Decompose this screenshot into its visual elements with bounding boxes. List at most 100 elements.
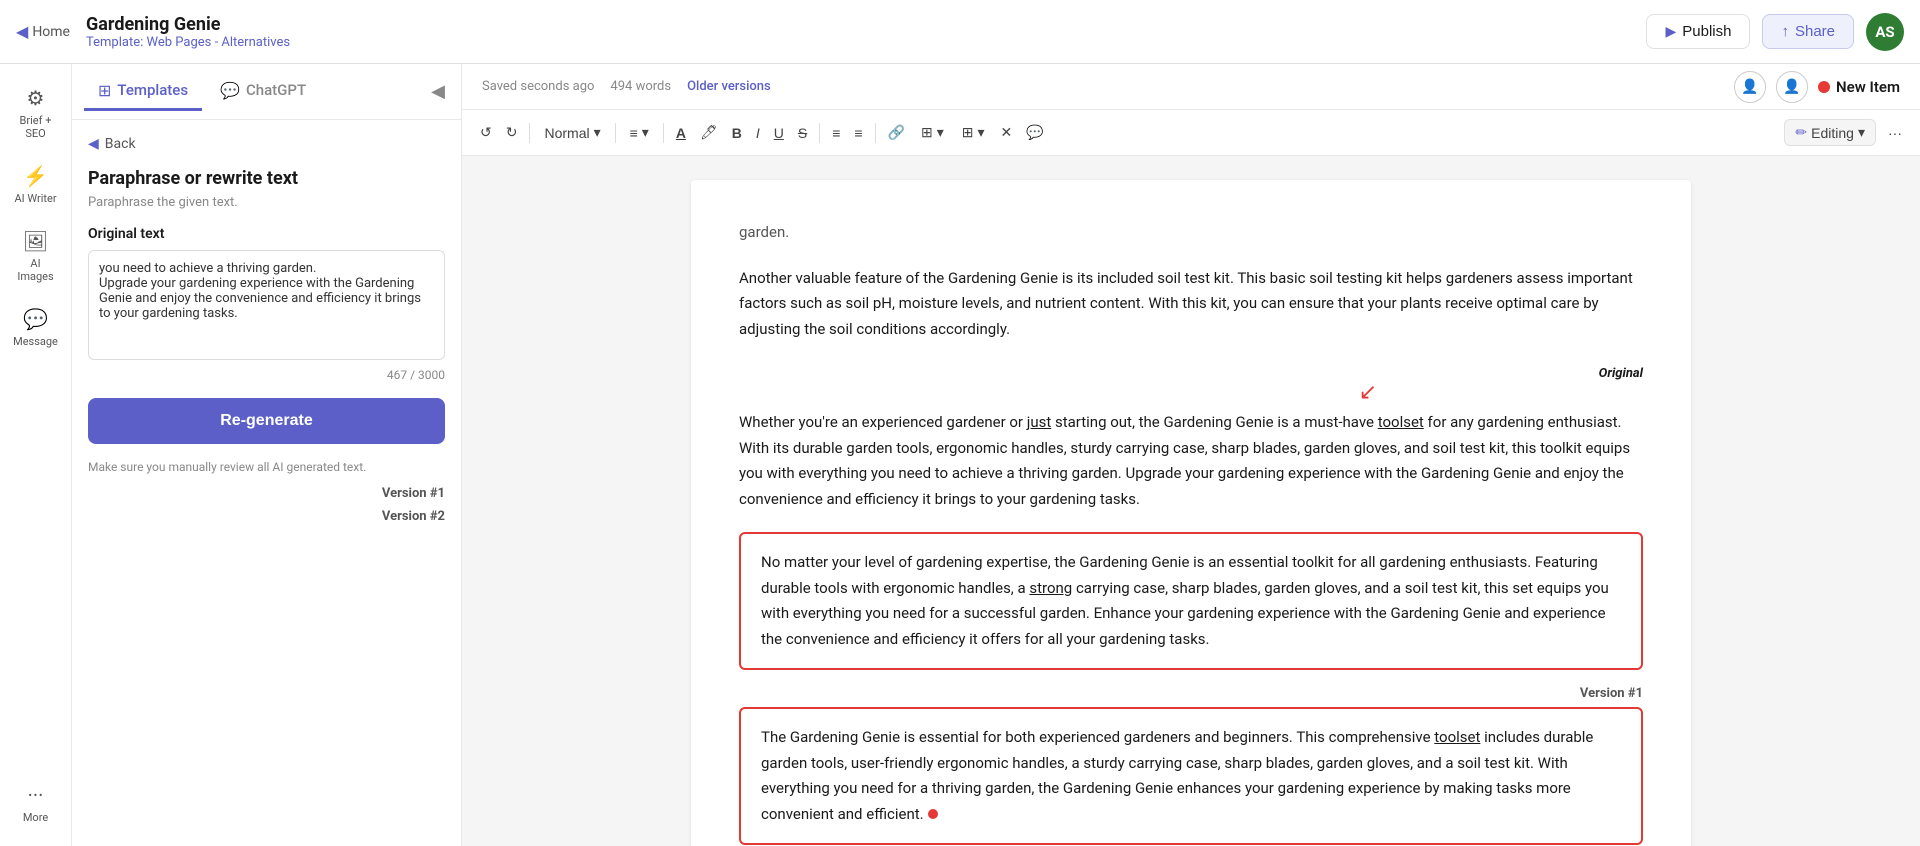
version2-text: The Gardening Genie is essential for bot… [761, 725, 1621, 827]
meta-icons: 👤 👤 New Item [1734, 71, 1900, 103]
comment-button[interactable]: 💬 [1020, 120, 1049, 145]
top-nav: ◀ Home Gardening Genie Template: Web Pag… [0, 0, 1920, 64]
doc-para-3: Whether you're an experienced gardener o… [739, 410, 1643, 512]
version1-text: No matter your level of gardening expert… [761, 550, 1621, 652]
align-icon: ≡ [630, 125, 638, 141]
align-dropdown[interactable]: ≡ ▾ [622, 120, 657, 145]
template-link[interactable]: Web Pages - Alternatives [146, 35, 290, 50]
bullet-list-button[interactable]: ≡ [826, 121, 846, 145]
tab-chatgpt[interactable]: 💬 ChatGPT [206, 73, 320, 111]
editor-area: Saved seconds ago 494 words Older versio… [462, 64, 1920, 846]
message-icon: 💬 [23, 307, 48, 331]
panel-tabs: ⊞ Templates 💬 ChatGPT ◀ [72, 64, 461, 120]
user2-icon: 👤 [1783, 78, 1800, 95]
image-dropdown[interactable]: ⊞ ▾ [913, 120, 952, 145]
clear-format-icon: ✕ [1001, 124, 1013, 141]
share-label: Share [1795, 23, 1835, 40]
user-icon: 👤 [1741, 78, 1758, 95]
back-arrow-icon: ◀ [88, 136, 99, 152]
original-text-input[interactable]: you need to achieve a thriving garden. U… [88, 250, 445, 360]
version1-box: No matter your level of gardening expert… [739, 532, 1643, 670]
image-icon: 🖼 [23, 229, 48, 253]
clear-format-button[interactable]: ✕ [995, 120, 1019, 145]
regenerate-button[interactable]: Re-generate [88, 398, 445, 444]
publish-arrow-icon: ▶ [1665, 23, 1676, 40]
bullet-list-icon: ≡ [832, 125, 840, 141]
sidebar-item-label: AI Images [12, 257, 60, 283]
table-dropdown[interactable]: ⊞ ▾ [954, 120, 993, 145]
highlight-button[interactable]: 🖊 [694, 120, 724, 145]
collapse-panel-button[interactable]: ◀ [427, 77, 449, 106]
bold-button[interactable]: B [726, 121, 748, 145]
version1-underline-word: strong [1029, 579, 1072, 597]
ellipsis-icon: ··· [28, 783, 44, 807]
home-label: Home [32, 24, 70, 40]
user-icon-button[interactable]: 👤 [1734, 71, 1766, 103]
editor-document[interactable]: garden. Another valuable feature of the … [691, 180, 1691, 846]
new-item-dot [1818, 81, 1830, 93]
sidebar-item-brief-seo[interactable]: ⚙ Brief + SEO [4, 76, 68, 150]
toolbar-separator-5 [875, 123, 876, 143]
new-item-label: New Item [1836, 78, 1900, 96]
text-color-button[interactable]: A [670, 121, 692, 145]
back-link[interactable]: ◀ Back [88, 136, 445, 152]
char-count: 467 / 3000 [88, 368, 445, 382]
more-options-button[interactable]: ··· [1882, 121, 1908, 145]
strikethrough-button[interactable]: S [792, 121, 813, 145]
original-text-label: Original text [88, 226, 445, 242]
chevron-down-editing-icon: ▾ [1858, 124, 1865, 141]
underline-button[interactable]: U [768, 121, 790, 145]
doc-para-2: Another valuable feature of the Gardenin… [739, 266, 1643, 343]
version2-label: Version #2 [88, 509, 445, 524]
numbered-list-button[interactable]: ≡ [848, 121, 868, 145]
app-subtitle: Template: Web Pages - Alternatives [86, 35, 290, 50]
avatar[interactable]: AS [1866, 13, 1904, 51]
bold-icon: B [732, 125, 742, 141]
editing-mode-button[interactable]: ✏ Editing ▾ [1784, 119, 1876, 146]
panel-sidebar: ⊞ Templates 💬 ChatGPT ◀ ◀ Back Paraphras… [72, 64, 462, 846]
editor-meta-bar: Saved seconds ago 494 words Older versio… [462, 64, 1920, 110]
share-up-icon: ↑ [1781, 23, 1789, 40]
section-title: Paraphrase or rewrite text [88, 168, 445, 189]
sidebar-item-label: Brief + SEO [12, 114, 60, 140]
toolbar-separator [529, 123, 530, 143]
user2-icon-button[interactable]: 👤 [1776, 71, 1808, 103]
chevron-down-icon-image: ▾ [937, 124, 944, 141]
version1-right-label: Version #1 [739, 686, 1643, 701]
icon-sidebar: ⚙ Brief + SEO ⚡ AI Writer 🖼 AI Images 💬 … [0, 64, 72, 846]
sidebar-item-more[interactable]: ··· More [4, 773, 68, 834]
chevron-down-icon: ▾ [594, 124, 601, 141]
word-count: 494 words [610, 79, 671, 94]
chatgpt-icon: 💬 [220, 81, 240, 100]
redo-button[interactable]: ↻ [500, 120, 524, 145]
sidebar-item-ai-writer[interactable]: ⚡ AI Writer [4, 154, 68, 215]
share-button[interactable]: ↑ Share [1762, 14, 1854, 49]
italic-icon: I [756, 125, 760, 141]
italic-button[interactable]: I [750, 121, 766, 145]
publish-button[interactable]: ▶ Publish [1646, 14, 1750, 49]
original-badge: Original [1599, 366, 1643, 381]
home-arrow-icon: ◀ [16, 22, 28, 41]
sidebar-item-message[interactable]: 💬 Message [4, 297, 68, 358]
home-link[interactable]: ◀ Home [16, 22, 70, 41]
table-icon: ⊞ [962, 124, 974, 141]
tab-templates[interactable]: ⊞ Templates [84, 73, 202, 111]
older-versions-link[interactable]: Older versions [687, 79, 771, 94]
editing-label: Editing [1811, 125, 1854, 141]
editor-scroll[interactable]: garden. Another valuable feature of the … [462, 156, 1920, 846]
undo-icon: ↺ [480, 124, 492, 141]
sidebar-item-ai-images[interactable]: 🖼 AI Images [4, 219, 68, 293]
toolbar-separator-3 [663, 123, 664, 143]
tab-chatgpt-label: ChatGPT [246, 81, 306, 99]
version2-underline-word: toolset [1434, 728, 1480, 746]
lightning-icon: ⚡ [23, 164, 48, 188]
undo-button[interactable]: ↺ [474, 120, 498, 145]
text-color-icon: A [676, 125, 686, 141]
ai-notice: Make sure you manually review all AI gen… [88, 460, 445, 474]
tab-templates-label: Templates [117, 81, 188, 99]
toolbar-separator-4 [819, 123, 820, 143]
more-options-icon: ··· [1888, 125, 1902, 141]
paragraph-style-dropdown[interactable]: Normal ▾ [536, 120, 608, 145]
link-button[interactable]: 🔗 [882, 120, 911, 145]
templates-grid-icon: ⊞ [98, 81, 111, 100]
